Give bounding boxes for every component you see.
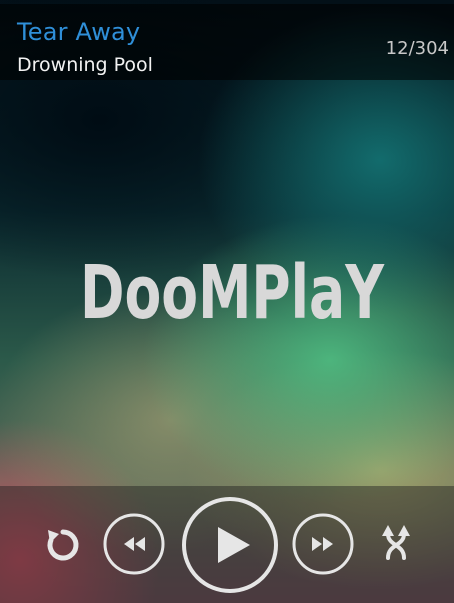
fast-forward-button[interactable] (291, 512, 355, 576)
shuffle-icon (382, 525, 410, 560)
play-button[interactable] (180, 495, 280, 595)
now-playing-header: Tear Away Drowning Pool 12/304 (0, 4, 454, 80)
rewind-icon (103, 513, 165, 575)
repeat-icon (47, 529, 79, 561)
track-artist: Drowning Pool (17, 54, 153, 76)
fast-forward-icon (292, 513, 354, 575)
play-icon (182, 497, 278, 593)
logo-text: DooMPlaY (80, 250, 385, 336)
track-position: 12/304 (385, 38, 449, 59)
track-title: Tear Away (17, 18, 141, 46)
repeat-button[interactable] (44, 526, 82, 564)
rewind-button[interactable] (102, 512, 166, 576)
player-screen: Tear Away Drowning Pool 12/304 DooMPlaY (0, 0, 454, 603)
playback-controls (0, 486, 454, 603)
shuffle-button[interactable] (378, 522, 414, 566)
doomplay-logo: DooMPlaY (80, 250, 385, 336)
